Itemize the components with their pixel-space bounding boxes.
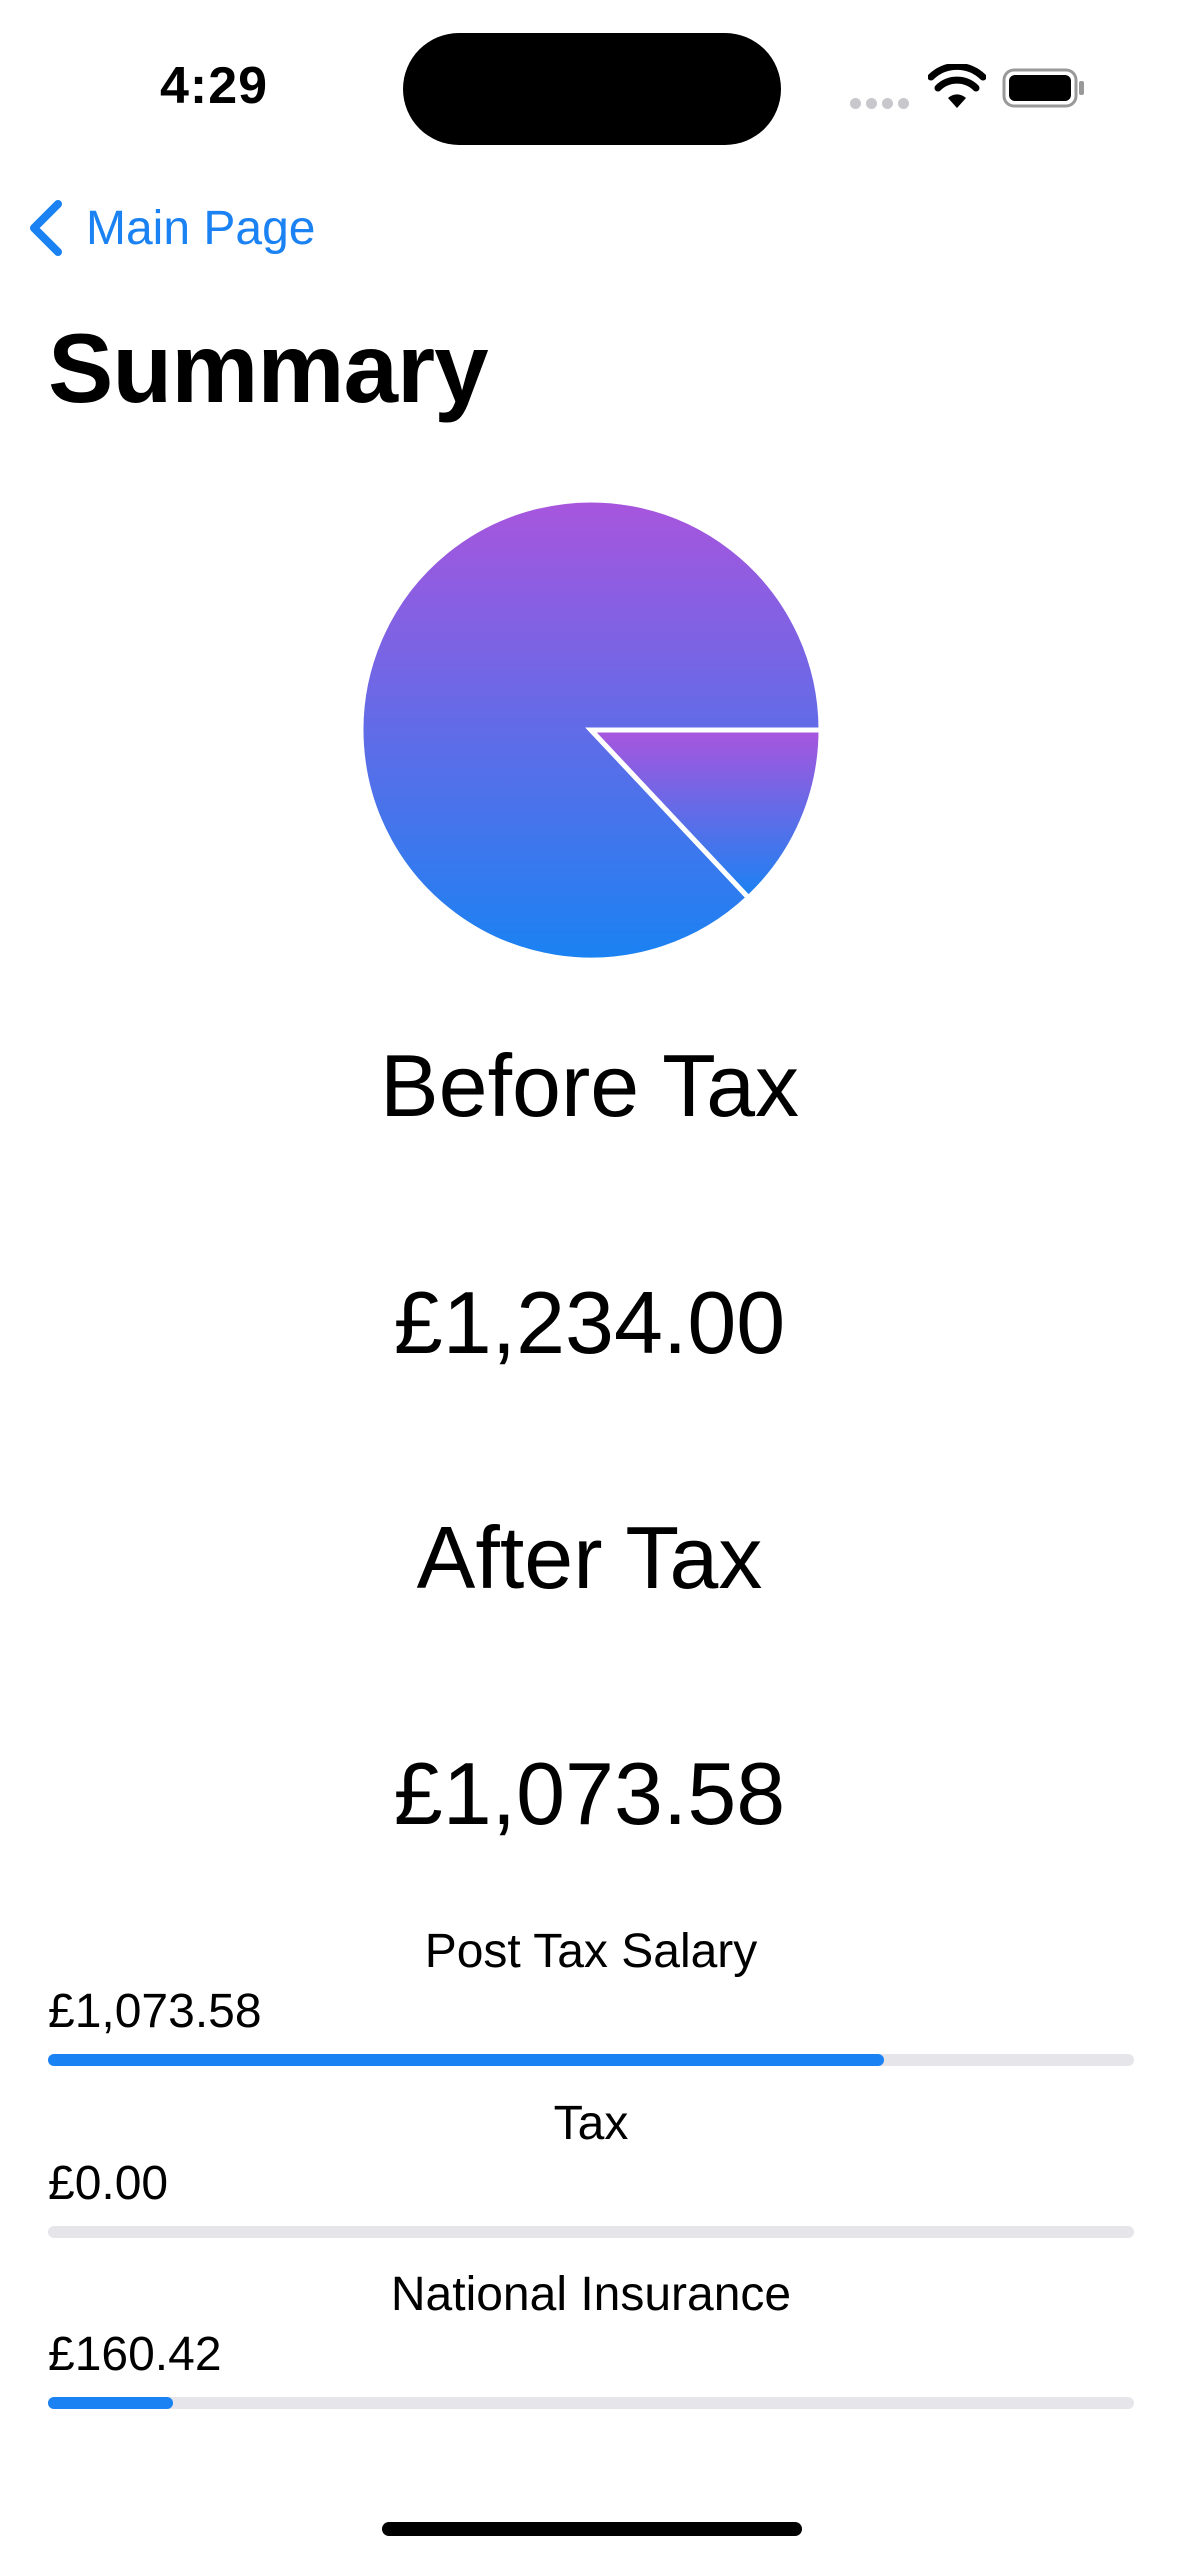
breakdown-value: £0.00 [48, 2157, 169, 2210]
breakdown-row-post-tax-salary: Post Tax Salary £1,073.58 [48, 1924, 1134, 2066]
after-tax-value: £1,073.58 [393, 1744, 786, 1843]
dynamic-island [403, 33, 781, 145]
home-indicator[interactable] [382, 2522, 802, 2536]
breakdown-title: National Insurance [390, 2268, 792, 2321]
progress-track [48, 2054, 1134, 2066]
breakdown-value: £160.42 [48, 2328, 222, 2381]
breakdown-row-national-insurance: National Insurance £160.42 [48, 2267, 1134, 2409]
progress-track [48, 2226, 1134, 2238]
breakdown-title: Tax [553, 2097, 629, 2150]
after-tax-label: After Tax [416, 1508, 763, 1607]
back-button-label: Main Page [86, 201, 316, 255]
status-time: 4:29 [160, 57, 269, 115]
status-bar: 4:29 [0, 0, 1179, 170]
pie-chart [361, 500, 821, 960]
breakdown-value: £1,073.58 [48, 1985, 262, 2038]
progress-fill [48, 2397, 173, 2409]
cellular-signal-icon [850, 96, 914, 114]
progress-track [48, 2397, 1134, 2409]
battery-icon [1002, 68, 1084, 108]
chevron-left-icon [30, 200, 62, 256]
breakdown-title: Post Tax Salary [424, 1925, 758, 1978]
before-tax-label: Before Tax [379, 1036, 800, 1135]
progress-fill [48, 2054, 885, 2066]
page-title: Summary [48, 313, 489, 423]
before-tax-value: £1,234.00 [393, 1273, 786, 1372]
back-button[interactable]: Main Page [26, 196, 315, 260]
wifi-icon [928, 64, 986, 108]
breakdown-row-tax: Tax £0.00 [48, 2096, 1134, 2238]
